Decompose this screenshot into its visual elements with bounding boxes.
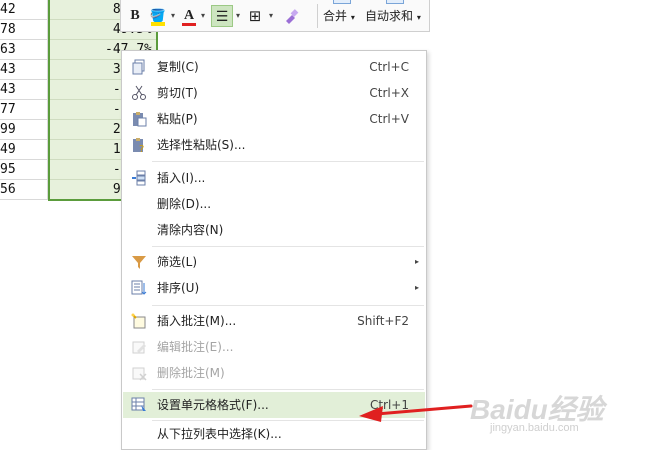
menu-item-label: 清除内容(N)	[157, 223, 224, 237]
menu-separator	[152, 389, 424, 390]
menu-item-label: 编辑批注(E)...	[157, 340, 234, 354]
cell-left[interactable]: 56	[0, 180, 48, 200]
annotation-arrow-shaft	[375, 404, 473, 416]
menu-item-label: 筛选(L)	[157, 255, 198, 269]
menu-item-insert[interactable]: 插入(I)...	[123, 165, 425, 191]
menu-item-shortcut: Shift+F2	[357, 314, 409, 328]
format-painter-button[interactable]	[281, 5, 301, 27]
menu-item-delete-comment[interactable]: 删除批注(M)	[123, 360, 425, 386]
align-button[interactable]: ☰	[211, 5, 233, 27]
menu-separator	[152, 246, 424, 247]
edit-comment-icon	[131, 339, 147, 355]
menu-item-label: 删除批注(M)	[157, 366, 225, 380]
fill-color-swatch	[151, 22, 165, 26]
paste-icon	[131, 111, 147, 127]
menu-item-delete[interactable]: 删除(D)...	[123, 191, 425, 217]
cell-left[interactable]: 78	[0, 20, 48, 40]
menu-item-shortcut: Ctrl+C	[369, 60, 409, 74]
menu-item-filter[interactable]: 筛选(L) ▸	[123, 249, 425, 275]
fill-color-button[interactable]: 🪣	[149, 5, 167, 27]
toolbar-separator	[317, 4, 318, 28]
menu-item-sort[interactable]: 排序(U) ▸	[123, 275, 425, 301]
annotation-arrow-head	[359, 406, 383, 422]
autosum-icon	[386, 0, 404, 4]
align-dropdown[interactable]: ▾	[234, 5, 242, 27]
menu-item-label: 插入批注(M)...	[157, 314, 237, 328]
chevron-down-icon: ▾	[416, 13, 421, 22]
menu-item-shortcut: Ctrl+V	[369, 112, 409, 126]
menu-item-label: 插入(I)...	[157, 171, 206, 185]
font-color-button[interactable]: A	[181, 5, 197, 27]
copy-icon	[131, 59, 147, 75]
merge-label: 合并	[323, 9, 348, 23]
menu-item-label: 删除(D)...	[157, 197, 212, 211]
menu-separator	[152, 305, 424, 306]
menu-item-label: 剪切(T)	[157, 86, 198, 100]
paste-special-icon: ?	[131, 137, 147, 155]
border-dropdown[interactable]: ▾	[267, 5, 275, 27]
format-cells-icon	[131, 397, 147, 413]
watermark-url: jingyan.baidu.com	[490, 422, 579, 434]
font-color-swatch	[182, 23, 196, 26]
submenu-arrow-icon: ▸	[414, 257, 419, 266]
cell-left[interactable]: 43	[0, 80, 48, 100]
delete-comment-icon	[131, 365, 147, 381]
svg-text:?: ?	[139, 144, 144, 153]
autosum-button[interactable]: 自动求和 ▾	[365, 5, 421, 27]
insert-icon	[131, 170, 147, 186]
submenu-arrow-icon: ▸	[414, 283, 419, 292]
menu-item-paste[interactable]: 粘贴(P) Ctrl+V	[123, 106, 425, 132]
menu-item-cut[interactable]: 剪切(T) Ctrl+X	[123, 80, 425, 106]
menu-item-label: 粘贴(P)	[157, 112, 198, 126]
cell-left[interactable]: 95	[0, 160, 48, 180]
menu-item-label: 复制(C)	[157, 60, 199, 74]
cell-left[interactable]: 49	[0, 140, 48, 160]
font-color-dropdown[interactable]: ▾	[199, 5, 207, 27]
annotation-arrow	[359, 404, 473, 422]
sort-icon	[131, 280, 147, 296]
chevron-down-icon: ▾	[350, 13, 355, 22]
cell-left[interactable]: 42	[0, 0, 48, 20]
border-icon: ⊞	[248, 7, 262, 25]
menu-item-clear-contents[interactable]: 清除内容(N)	[123, 217, 425, 243]
align-icon: ☰	[215, 9, 229, 25]
menu-item-label: 设置单元格格式(F)...	[157, 398, 269, 412]
format-painter-icon	[286, 9, 299, 24]
border-button[interactable]: ⊞	[245, 5, 265, 27]
menu-item-label: 选择性粘贴(S)...	[157, 138, 246, 152]
font-color-icon: A	[183, 8, 195, 23]
mini-toolbar: B 🪣 ▾ A ▾ ☰ ▾ ⊞ ▾ 合并 ▾ 自动求和 ▾	[120, 0, 430, 32]
merge-button[interactable]: 合并 ▾	[323, 5, 355, 27]
context-menu: 复制(C) Ctrl+C 剪切(T) Ctrl+X 粘贴(P) Ctrl+V ?…	[121, 50, 427, 450]
menu-item-label: 排序(U)	[157, 281, 200, 295]
cell-left[interactable]: 63	[0, 40, 48, 60]
merge-icon	[333, 0, 351, 4]
menu-item-paste-special[interactable]: ? 选择性粘贴(S)...	[123, 132, 425, 158]
cut-icon	[131, 85, 147, 101]
bold-button[interactable]: B	[127, 5, 143, 27]
insert-comment-icon	[131, 313, 147, 329]
menu-separator	[152, 161, 424, 162]
cell-left[interactable]: 99	[0, 120, 48, 140]
menu-item-insert-comment[interactable]: 插入批注(M)... Shift+F2	[123, 308, 425, 334]
cell-left[interactable]: 77	[0, 100, 48, 120]
fill-color-dropdown[interactable]: ▾	[169, 5, 177, 27]
watermark: Baidu经验 jingyan.baidu.com	[470, 388, 650, 438]
menu-item-edit-comment[interactable]: 编辑批注(E)...	[123, 334, 425, 360]
autosum-label: 自动求和	[365, 9, 414, 23]
menu-item-copy[interactable]: 复制(C) Ctrl+C	[123, 54, 425, 80]
filter-icon	[131, 254, 147, 270]
menu-item-shortcut: Ctrl+X	[369, 86, 409, 100]
menu-item-label: 从下拉列表中选择(K)...	[157, 427, 282, 441]
cell-left[interactable]: 43	[0, 60, 48, 80]
